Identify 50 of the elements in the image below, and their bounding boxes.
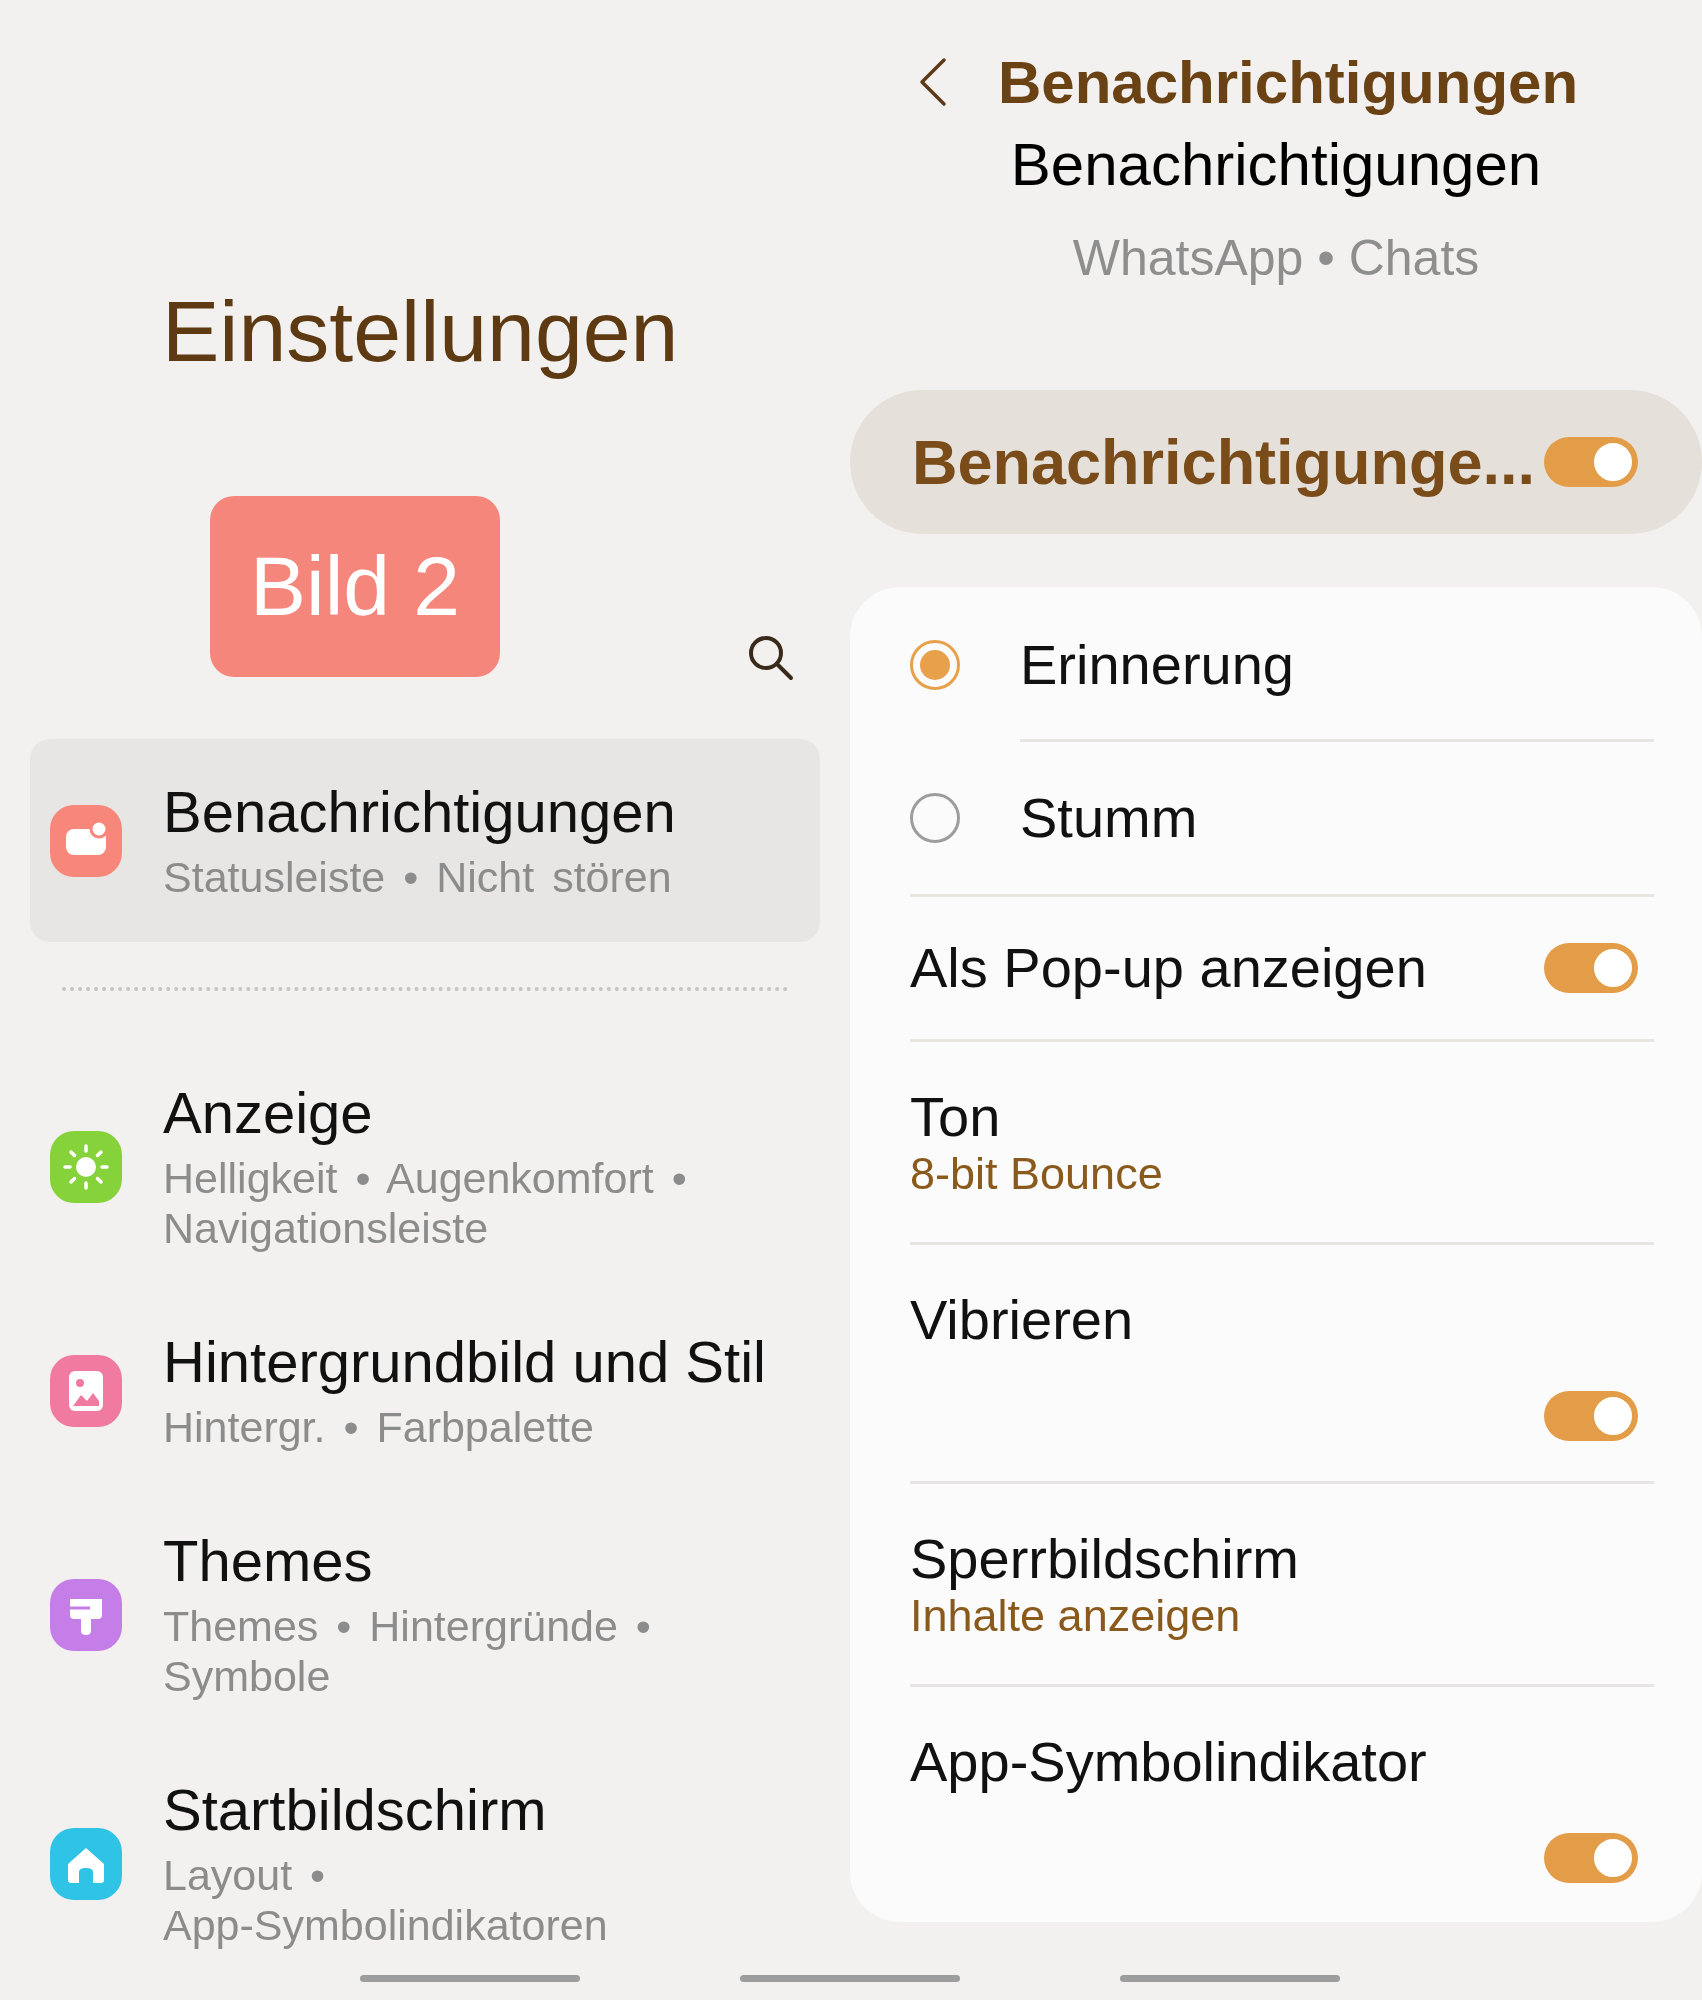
setting-label: Erinnerung [1020,632,1294,697]
master-switch-bar[interactable]: Benachrichtigunge... [850,390,1702,534]
notification-icon [50,804,122,877]
item-title: Anzeige [163,1080,373,1146]
item-subtitle: Navigationsleiste [163,1203,489,1253]
toggle-switch[interactable] [1544,943,1638,993]
item-subtitle: Statusleiste • Nicht stören [163,852,672,902]
sun-icon [50,1130,122,1203]
selected-settings-item[interactable]: Benachrichtigungen Statusleiste • Nicht stören [30,739,820,942]
settings-item[interactable]: Anzeige Helligkeit • Augenkomfort • Navigationsleiste [30,1080,820,1253]
radio-button[interactable] [910,639,960,690]
item-subtitle: App-Symbolindikatoren [163,1900,608,1950]
setting-label: Vibrieren [910,1288,1134,1352]
item-title: Startbildschirm [163,1777,547,1843]
radio-button[interactable] [910,793,960,843]
item-subtitle: Themes • Hintergründe • [163,1601,651,1651]
settings-item[interactable]: Themes Themes • Hintergründe • Symbole [30,1528,820,1701]
setting-label: Als Pop-up anzeigen [910,936,1427,1000]
header-title: Benachrichtigungen [998,47,1579,117]
image-icon [50,1354,122,1427]
setting-label: App-Symbolindikator [910,1730,1427,1794]
item-title: Themes [163,1528,373,1594]
scrolled-heading: Benachrichtigungen [1010,130,1542,200]
settings-item[interactable]: Hintergrundbild und Stil Hintergr. • Farbpalette [30,1329,820,1452]
setting-value: 8-bit Bounce [910,1149,1163,1199]
gesture-handle[interactable] [1120,1975,1340,1982]
item-subtitle: Helligkeit • Augenkomfort • [163,1153,687,1203]
item-subtitle: Hintergr. • Farbpalette [163,1402,594,1452]
gesture-handle[interactable] [740,1975,960,1982]
app-subtitle: WhatsApp • Chats [1072,230,1480,286]
setting-label: Sperrbildschirm [910,1527,1299,1591]
item-title: Benachrichtigungen [163,779,676,845]
setting-label: Ton [910,1085,1001,1149]
item-subtitle: Layout • [163,1850,326,1900]
settings-item[interactable]: Startbildschirm Layout • App-Symbolindikatoren [30,1777,820,1950]
search-icon[interactable] [746,633,794,681]
page-title: Einstellungen [162,282,679,381]
setting-label: Stumm [1020,786,1198,850]
brush-icon [50,1578,122,1651]
setting-value: Inhalte anzeigen [910,1591,1241,1641]
toggle-switch[interactable] [1544,437,1638,487]
master-switch-label: Benachrichtigunge... [912,426,1536,498]
toggle-switch[interactable] [1544,1391,1638,1441]
item-title: Hintergrundbild und Stil [163,1329,766,1395]
toggle-switch[interactable] [1544,1833,1638,1883]
item-subtitle: Symbole [163,1651,331,1701]
back-icon[interactable] [918,57,948,107]
home-icon [50,1827,122,1900]
gesture-handle[interactable] [360,1975,580,1982]
image-label: Bild 2 [210,496,500,677]
